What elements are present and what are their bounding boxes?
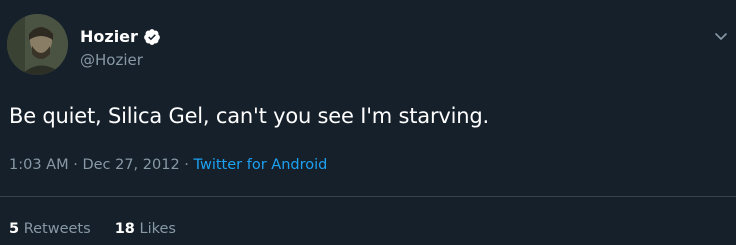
verified-badge-icon (144, 28, 160, 45)
user-handle[interactable]: @Hozier (80, 51, 143, 69)
tweet-text: Be quiet, Silica Gel, can't you see I'm … (9, 104, 489, 128)
likes-count: 18 (114, 221, 135, 237)
tweet-card: Hozier @Hozier Be quiet, Silica Gel, can… (0, 0, 736, 245)
meta-separator: · (73, 157, 78, 173)
author-name-row: Hozier (80, 27, 161, 46)
tweet-meta: 1:03 AM · Dec 27, 2012 · Twitter for And… (9, 157, 327, 173)
divider (0, 196, 736, 197)
tweet-stats: 5 Retweets 18 Likes (9, 221, 176, 237)
tweet-date[interactable]: Dec 27, 2012 (82, 157, 179, 173)
likes-label: Likes (139, 221, 176, 237)
tweet-time[interactable]: 1:03 AM (9, 157, 69, 173)
retweets-label: Retweets (23, 221, 91, 237)
chevron-down-icon[interactable] (712, 27, 730, 45)
display-name[interactable]: Hozier (80, 27, 138, 46)
tweet-source-link[interactable]: Twitter for Android (194, 157, 328, 173)
retweets-count: 5 (9, 221, 20, 237)
retweets-stat[interactable]: 5 Retweets (9, 221, 91, 237)
likes-stat[interactable]: 18 Likes (115, 221, 176, 237)
avatar[interactable] (7, 14, 68, 75)
meta-separator: · (184, 157, 189, 173)
